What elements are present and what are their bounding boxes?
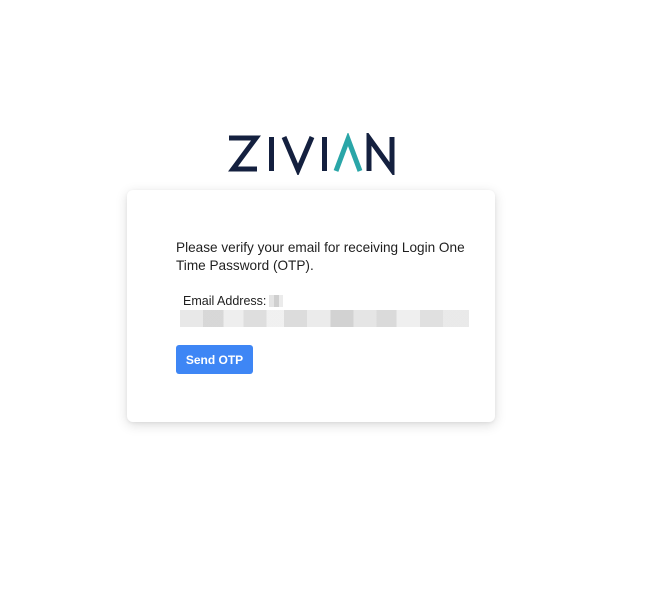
email-address-row: Email Address: [183,292,284,310]
verification-card: Please verify your email for receiving L… [127,190,495,422]
email-address-redacted [180,310,469,327]
zivian-logo [226,133,398,175]
email-label: Email Address: [183,294,267,308]
email-redacted-fragment [269,295,284,307]
otp-verification-page: Please verify your email for receiving L… [0,0,658,606]
verification-message: Please verify your email for receiving L… [176,240,465,273]
send-otp-button[interactable]: Send OTP [176,345,253,374]
